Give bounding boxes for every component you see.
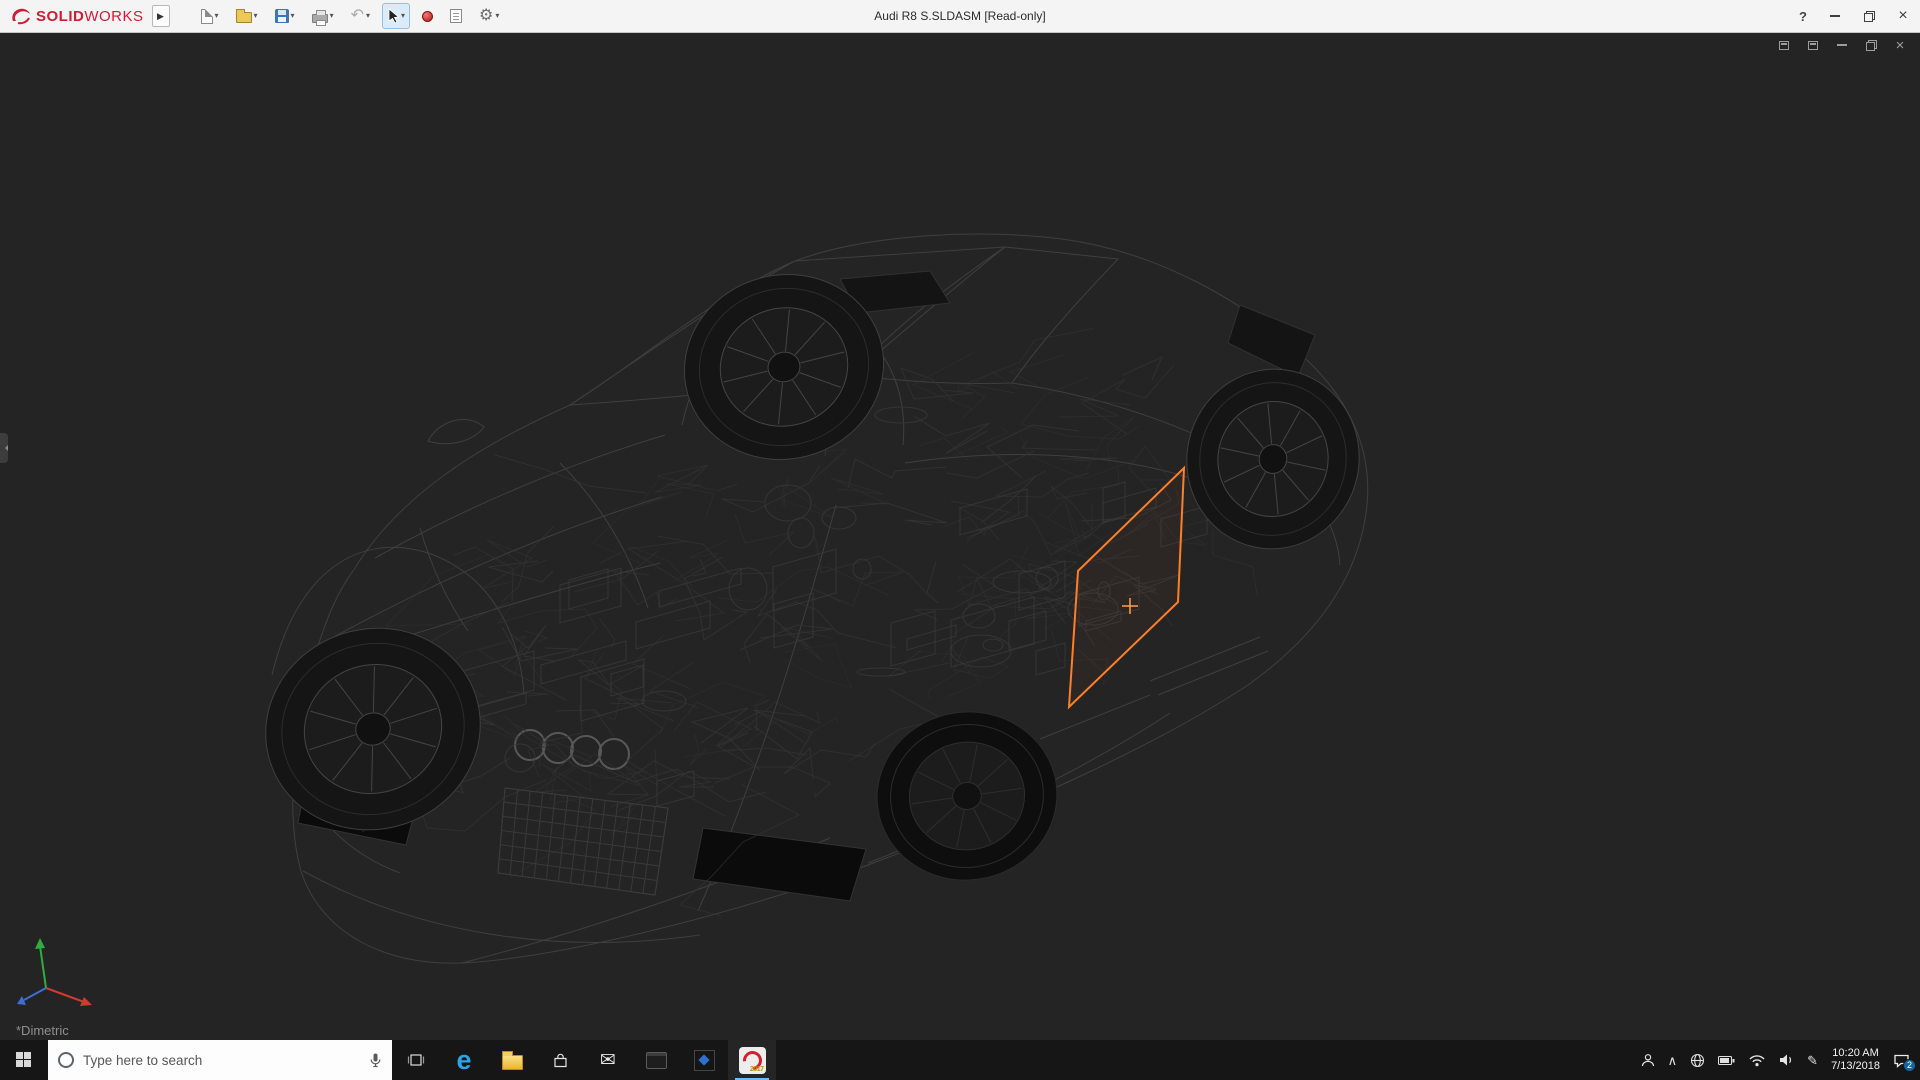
print-icon: [312, 14, 328, 23]
undo-icon: ↶: [351, 8, 364, 24]
options-button[interactable]: ⚙ ▾: [474, 3, 504, 29]
ds-logo-icon: [10, 6, 32, 26]
select-tool-button[interactable]: ▾: [382, 3, 410, 29]
chevron-down-icon[interactable]: ▾: [401, 12, 405, 20]
edge-icon: e: [456, 1047, 471, 1074]
wireframe-model[interactable]: [0, 33, 1920, 1040]
clock-time: 10:20 AM: [1831, 1047, 1880, 1060]
restore-icon: [1864, 11, 1875, 22]
graphics-area[interactable]: × *Dimetric: [0, 33, 1920, 1040]
main-toolbar: ▾ ▾ ▾ ▾ ↶ ▾ ▾ ⚙: [196, 3, 505, 29]
file-properties-icon: [450, 9, 462, 23]
store-bag-icon: [552, 1052, 569, 1069]
select-arrow-icon: [387, 8, 399, 24]
close-icon: ×: [1898, 7, 1907, 25]
restore-button[interactable]: [1852, 0, 1886, 32]
taskbar: e ✉ 2017 ∧: [0, 1040, 1920, 1080]
chevron-down-icon[interactable]: ▾: [215, 12, 219, 20]
microphone-icon[interactable]: [369, 1053, 382, 1068]
minimize-icon: [1837, 44, 1847, 46]
window-controls: ? ×: [1788, 0, 1920, 32]
wifi-icon[interactable]: [1748, 1053, 1766, 1067]
menu-expand-button[interactable]: ▶: [152, 5, 170, 27]
new-window-icon: [1779, 41, 1789, 50]
solidworks-logo: SOLIDWORKS: [0, 0, 152, 32]
view-orientation-label: *Dimetric: [16, 1023, 69, 1038]
document-window-controls: ×: [1776, 37, 1908, 53]
split-window-button[interactable]: [1805, 37, 1821, 53]
windows-logo-icon: [16, 1052, 32, 1068]
clock-date: 7/13/2018: [1831, 1060, 1880, 1073]
task-view-button[interactable]: [392, 1040, 440, 1080]
gear-icon: ⚙: [479, 8, 493, 24]
orientation-triad: [8, 930, 104, 1014]
chevron-down-icon[interactable]: ▾: [291, 12, 295, 20]
hidden-icons-chevron[interactable]: ∧: [1668, 1054, 1678, 1067]
new-document-button[interactable]: ▾: [196, 3, 224, 29]
doc-close-button[interactable]: ×: [1892, 37, 1908, 53]
wireframe-detail-layer: [239, 254, 1375, 916]
network-globe-icon[interactable]: [1690, 1053, 1705, 1068]
pen-icon[interactable]: ✎: [1807, 1054, 1818, 1067]
dark-app-icon: [694, 1050, 715, 1071]
restore-icon: [1866, 40, 1877, 51]
taskbar-search[interactable]: [48, 1040, 392, 1080]
close-button[interactable]: ×: [1886, 0, 1920, 32]
search-input[interactable]: [83, 1053, 360, 1068]
taskbar-mail[interactable]: ✉: [584, 1040, 632, 1080]
taskbar-file-explorer[interactable]: [488, 1040, 536, 1080]
help-button[interactable]: ?: [1788, 0, 1818, 32]
console-window-icon: [646, 1052, 667, 1069]
task-view-icon: [407, 1052, 425, 1068]
doc-minimize-button[interactable]: [1834, 37, 1850, 53]
taskbar-solidworks[interactable]: 2017: [728, 1040, 776, 1080]
battery-icon[interactable]: [1718, 1055, 1735, 1066]
chevron-down-icon[interactable]: ▾: [330, 12, 334, 20]
selected-face[interactable]: [1069, 468, 1184, 707]
volume-icon[interactable]: [1779, 1053, 1794, 1067]
start-button[interactable]: [0, 1040, 48, 1080]
people-icon[interactable]: [1641, 1053, 1655, 1067]
action-center-button[interactable]: 2: [1893, 1053, 1910, 1068]
undo-button[interactable]: ↶ ▾: [346, 3, 375, 29]
file-properties-button[interactable]: [445, 3, 467, 29]
window-title: Audi R8 S.SLDASM [Read-only]: [874, 9, 1045, 23]
minimize-icon: [1830, 15, 1840, 17]
doc-restore-button[interactable]: [1863, 37, 1879, 53]
brand-name: SOLIDWORKS: [36, 8, 144, 25]
new-window-button[interactable]: [1776, 37, 1792, 53]
chevron-down-icon[interactable]: ▾: [495, 12, 499, 20]
new-document-icon: [201, 9, 213, 24]
taskbar-store[interactable]: [536, 1040, 584, 1080]
print-button[interactable]: ▾: [307, 3, 339, 29]
taskbar-clock[interactable]: 10:20 AM 7/13/2018: [1831, 1047, 1880, 1073]
titlebar: SOLIDWORKS ▶ ▾ ▾ ▾ ▾ ↶ ▾ ▾: [0, 0, 1920, 33]
y-axis-arrow: [35, 938, 45, 949]
chevron-down-icon[interactable]: ▾: [366, 12, 370, 20]
close-icon: ×: [1896, 37, 1905, 54]
save-button[interactable]: ▾: [270, 3, 300, 29]
taskbar-console[interactable]: [632, 1040, 680, 1080]
rebuild-button[interactable]: [417, 3, 438, 29]
featuremanager-flyout-handle[interactable]: [0, 433, 8, 463]
chevron-down-icon[interactable]: ▾: [254, 12, 258, 20]
taskbar-edge[interactable]: e: [440, 1040, 488, 1080]
solidworks-app-icon: 2017: [739, 1047, 766, 1074]
split-window-icon: [1808, 41, 1818, 50]
file-explorer-icon: [502, 1055, 523, 1070]
minimize-button[interactable]: [1818, 0, 1852, 32]
notification-badge: 2: [1903, 1059, 1916, 1072]
mail-icon: ✉: [600, 1051, 616, 1070]
save-floppy-icon: [275, 9, 289, 23]
open-folder-icon: [236, 12, 252, 23]
system-tray: ∧ ✎ 10:20 AM 7/13/2018 2: [1635, 1040, 1920, 1080]
open-button[interactable]: ▾: [231, 3, 263, 29]
rebuild-icon: [422, 11, 433, 22]
cortana-icon: [58, 1052, 74, 1068]
taskbar-dark-app[interactable]: [680, 1040, 728, 1080]
